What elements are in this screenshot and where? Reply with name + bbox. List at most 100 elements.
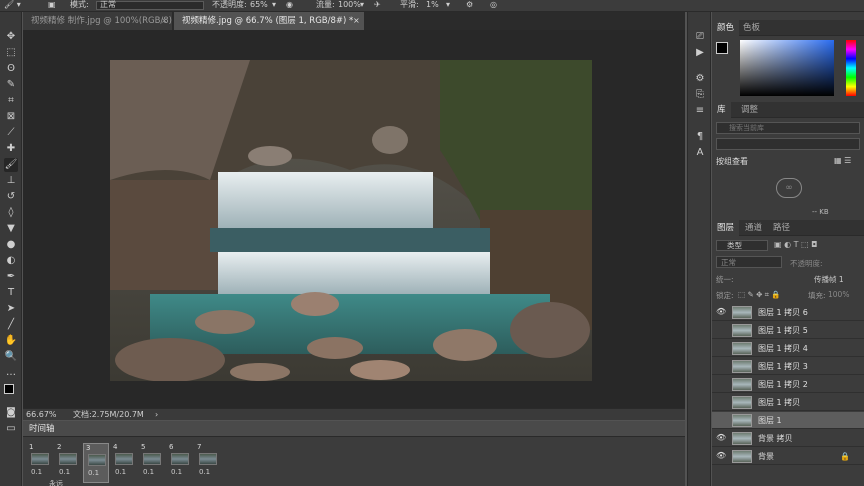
- propagate-frame-checkbox[interactable]: 传播帧 1: [814, 274, 844, 285]
- quick-select-tool-icon[interactable]: ✎: [4, 78, 18, 92]
- layer-filter-icons[interactable]: ▣ ◐ T ⬚ ◘: [774, 240, 817, 249]
- brush-preset-icon[interactable]: 🖌 ▾: [4, 0, 21, 10]
- flow-value[interactable]: 100%: [338, 0, 361, 10]
- loop-option[interactable]: 永远: [49, 479, 63, 486]
- foreground-color-swatch[interactable]: [4, 384, 14, 394]
- layer-row-selected[interactable]: 图层 1: [712, 412, 864, 429]
- visibility-toggle[interactable]: [716, 325, 726, 335]
- timeline-frame[interactable]: 7 0.1: [195, 443, 221, 483]
- opacity-value[interactable]: 65%: [250, 0, 268, 10]
- type-tool-icon[interactable]: T: [4, 286, 18, 300]
- play-actions-icon[interactable]: ▶: [693, 46, 707, 60]
- visibility-eye-icon[interactable]: 👁: [716, 307, 726, 317]
- flow-dropdown-icon[interactable]: ▾: [360, 0, 364, 10]
- zoom-level[interactable]: 66.67%: [26, 409, 57, 421]
- visibility-toggle[interactable]: [716, 343, 726, 353]
- crop-tool-icon[interactable]: ⌗: [4, 94, 18, 108]
- timeline-frame[interactable]: 4 0.1: [111, 443, 137, 483]
- path-select-tool-icon[interactable]: ➤: [4, 302, 18, 316]
- screen-mode-icon[interactable]: ▭: [4, 422, 18, 436]
- character-icon[interactable]: A: [693, 146, 707, 160]
- tab-layers[interactable]: 图层: [712, 220, 740, 236]
- library-select[interactable]: [716, 138, 860, 150]
- fill-value[interactable]: 100%: [828, 290, 849, 299]
- foreground-color-chip[interactable]: [716, 42, 728, 54]
- tab-color[interactable]: 颜色: [712, 20, 740, 36]
- visibility-toggle[interactable]: [716, 379, 726, 389]
- tab-channels[interactable]: 通道: [740, 220, 767, 236]
- pressure-size-icon[interactable]: ◎: [490, 0, 497, 10]
- layer-row[interactable]: 图层 1 拷贝 3: [712, 358, 864, 375]
- tab-libraries[interactable]: 库: [712, 102, 731, 118]
- layer-row[interactable]: 图层 1 拷贝 2: [712, 376, 864, 393]
- clone-source-icon[interactable]: ⎘: [693, 88, 707, 102]
- properties-icon[interactable]: ≡: [693, 104, 707, 118]
- frame-tool-icon[interactable]: ⊠: [4, 110, 18, 124]
- view-grid-icon[interactable]: ▦ ☰: [834, 156, 851, 165]
- paint-bucket-tool-icon[interactable]: ▼: [4, 222, 18, 236]
- layer-row[interactable]: 图层 1 拷贝 5: [712, 322, 864, 339]
- smooth-dropdown-icon[interactable]: ▾: [446, 0, 450, 10]
- timeline-frame[interactable]: 2 0.1: [55, 443, 81, 483]
- status-menu-arrow-icon[interactable]: ›: [155, 409, 158, 421]
- visibility-eye-icon[interactable]: 👁: [716, 433, 726, 443]
- line-tool-icon[interactable]: ╱: [4, 318, 18, 332]
- fill-label: 填充:: [808, 291, 826, 300]
- layer-row[interactable]: 图层 1 拷贝 4: [712, 340, 864, 357]
- airbrush-icon[interactable]: ✈: [374, 0, 381, 10]
- marquee-tool-icon[interactable]: ⬚: [4, 46, 18, 60]
- layer-filter-select[interactable]: 类型: [716, 240, 768, 251]
- hue-slider[interactable]: [846, 40, 856, 96]
- blur-tool-icon[interactable]: ●: [4, 238, 18, 252]
- quick-mask-icon[interactable]: ◙: [4, 406, 18, 420]
- waterfall-photo[interactable]: [110, 60, 592, 381]
- brush-settings-icon[interactable]: ⚙: [693, 72, 707, 86]
- lock-icons[interactable]: ⬚ ✎ ✥ ⌗ 🔒: [738, 290, 781, 300]
- opacity-dropdown-icon[interactable]: ▾: [272, 0, 276, 10]
- tab-document-1[interactable]: 视频精修 制作.jpg @ 100%(RGB/8): [23, 12, 173, 30]
- blend-mode-select[interactable]: 正常: [716, 256, 782, 268]
- paragraph-icon[interactable]: ¶: [693, 130, 707, 144]
- color-picker-field[interactable]: [740, 40, 834, 96]
- clone-stamp-tool-icon[interactable]: ⊥: [4, 174, 18, 188]
- dodge-tool-icon[interactable]: ◐: [4, 254, 18, 268]
- visibility-toggle[interactable]: [716, 397, 726, 407]
- tab-paths[interactable]: 路径: [768, 220, 795, 236]
- more-tools-icon[interactable]: …: [4, 366, 18, 380]
- hand-tool-icon[interactable]: ✋: [4, 334, 18, 348]
- layers-panel-tabs: 图层 通道 路径: [712, 220, 864, 236]
- group-view-label[interactable]: 按组查看: [716, 156, 748, 167]
- tab-swatches[interactable]: 色板: [738, 20, 765, 36]
- timeline-frame[interactable]: 1 0.1: [27, 443, 53, 483]
- tab-close-icon[interactable]: ×: [161, 16, 168, 25]
- layer-row[interactable]: 👁 背景 拷贝: [712, 430, 864, 447]
- smooth-value[interactable]: 1%: [426, 0, 439, 10]
- pressure-opacity-icon[interactable]: ◉: [286, 0, 293, 10]
- timeline-frame[interactable]: 6 0.1: [167, 443, 193, 483]
- visibility-eye-icon[interactable]: 👁: [716, 451, 726, 461]
- tab-adjustments[interactable]: 调整: [736, 102, 763, 118]
- layer-row[interactable]: 👁 背景 🔒: [712, 448, 864, 465]
- pen-tool-icon[interactable]: ✒: [4, 270, 18, 284]
- brush-tool-icon[interactable]: 🖌: [4, 158, 18, 172]
- visibility-toggle[interactable]: [716, 415, 726, 425]
- healing-brush-tool-icon[interactable]: ✚: [4, 142, 18, 156]
- history-brush-tool-icon[interactable]: ↺: [4, 190, 18, 204]
- eraser-tool-icon[interactable]: ◊: [4, 206, 18, 220]
- settings-gear-icon[interactable]: ⚙: [466, 0, 473, 10]
- zoom-tool-icon[interactable]: 🔍: [4, 350, 18, 364]
- timeline-frame-selected[interactable]: 3 0.1: [83, 443, 109, 483]
- tab-close-icon[interactable]: ×: [353, 16, 360, 25]
- layer-row[interactable]: 图层 1 拷贝: [712, 394, 864, 411]
- lasso-tool-icon[interactable]: ʘ: [4, 62, 18, 76]
- layer-row[interactable]: 👁 图层 1 拷贝 6: [712, 304, 864, 321]
- eyedropper-tool-icon[interactable]: ⟋: [4, 126, 18, 140]
- history-icon[interactable]: ⎚: [693, 30, 707, 44]
- tab-document-2[interactable]: 视频精修.jpg @ 66.7% (图层 1, RGB/8#) *: [174, 12, 364, 30]
- brush-panel-icon[interactable]: ▣: [48, 0, 56, 10]
- lock-label: 锁定:: [716, 291, 734, 300]
- move-tool-icon[interactable]: ✥: [4, 30, 18, 44]
- timeline-frame[interactable]: 5 0.1: [139, 443, 165, 483]
- visibility-toggle[interactable]: [716, 361, 726, 371]
- library-search-input[interactable]: 搜索当前库: [716, 122, 860, 134]
